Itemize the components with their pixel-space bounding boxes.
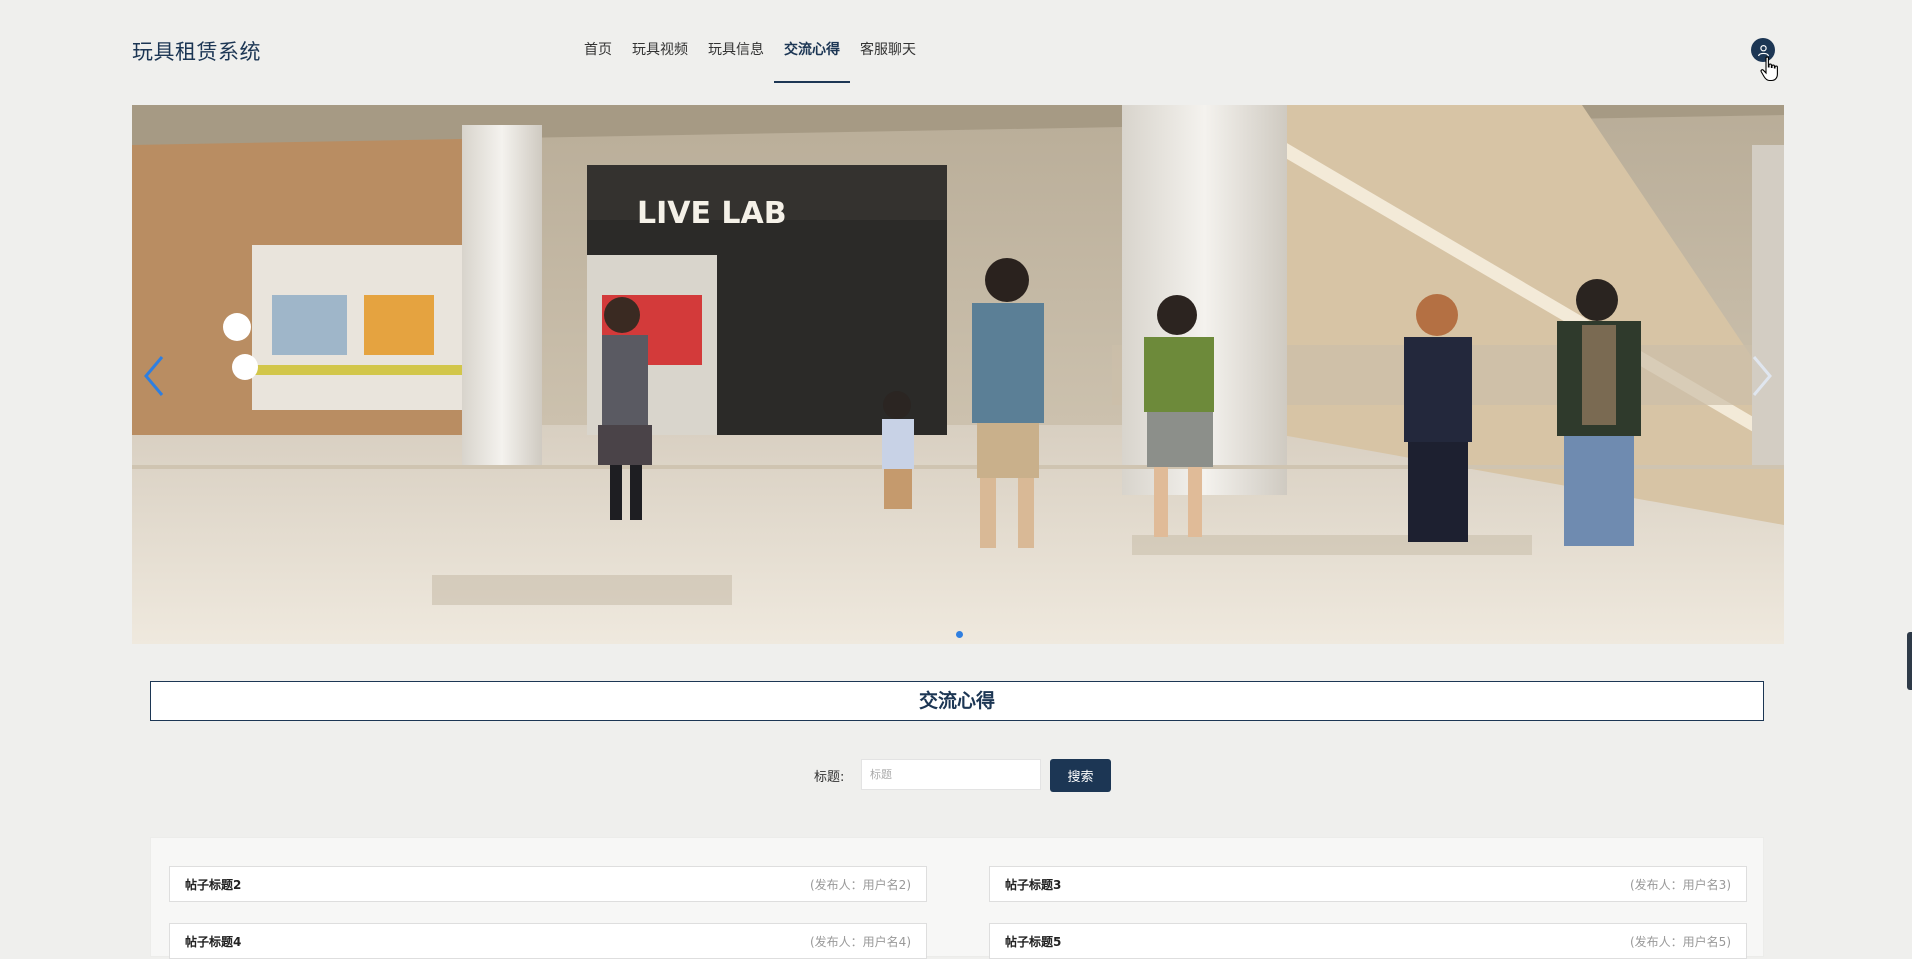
user-icon: [1757, 44, 1769, 56]
banner-store-sign: LIVE LAB: [637, 196, 787, 231]
nav-item-toy-videos[interactable]: 玩具视频: [622, 0, 698, 84]
post-author: (发布人：用户名4): [810, 934, 911, 949]
post-item[interactable]: 帖子标题2 (发布人：用户名2): [169, 866, 927, 902]
post-item[interactable]: 帖子标题4 (发布人：用户名4): [169, 923, 927, 959]
section-title: 交流心得: [150, 681, 1764, 721]
post-item[interactable]: 帖子标题5 (发布人：用户名5): [989, 923, 1747, 959]
banner-carousel[interactable]: LIVE LAB: [132, 105, 1784, 644]
title-search-input[interactable]: [861, 759, 1041, 790]
post-list: 帖子标题2 (发布人：用户名2) 帖子标题3 (发布人：用户名3) 帖子标题4 …: [150, 837, 1764, 959]
post-author: (发布人：用户名3): [1630, 877, 1731, 892]
nav-item-support-chat[interactable]: 客服聊天: [850, 0, 926, 84]
nav-item-toy-info[interactable]: 玩具信息: [698, 0, 774, 84]
main-nav: 首页 玩具视频 玩具信息 交流心得 客服聊天: [574, 0, 926, 84]
post-title: 帖子标题3: [1005, 877, 1062, 892]
nav-item-forum[interactable]: 交流心得: [774, 0, 850, 84]
search-button[interactable]: 搜索: [1050, 759, 1111, 792]
post-title: 帖子标题5: [1005, 934, 1062, 949]
post-title: 帖子标题4: [185, 934, 242, 949]
post-author: (发布人：用户名5): [1630, 934, 1731, 949]
banner-image: LIVE LAB: [132, 105, 1784, 644]
banner-indicator-dot[interactable]: [956, 631, 963, 638]
banner-next-arrow[interactable]: [1746, 353, 1776, 399]
post-title: 帖子标题2: [185, 877, 242, 892]
banner-prev-arrow[interactable]: [140, 353, 170, 399]
hand-cursor-icon: [1760, 56, 1778, 82]
post-author: (发布人：用户名2): [810, 877, 911, 892]
nav-item-home[interactable]: 首页: [574, 0, 622, 84]
post-item[interactable]: 帖子标题3 (发布人：用户名3): [989, 866, 1747, 902]
search-label: 标题:: [814, 770, 845, 785]
side-drawer-handle[interactable]: [1907, 632, 1912, 690]
site-title: 玩具租赁系统: [132, 40, 261, 64]
